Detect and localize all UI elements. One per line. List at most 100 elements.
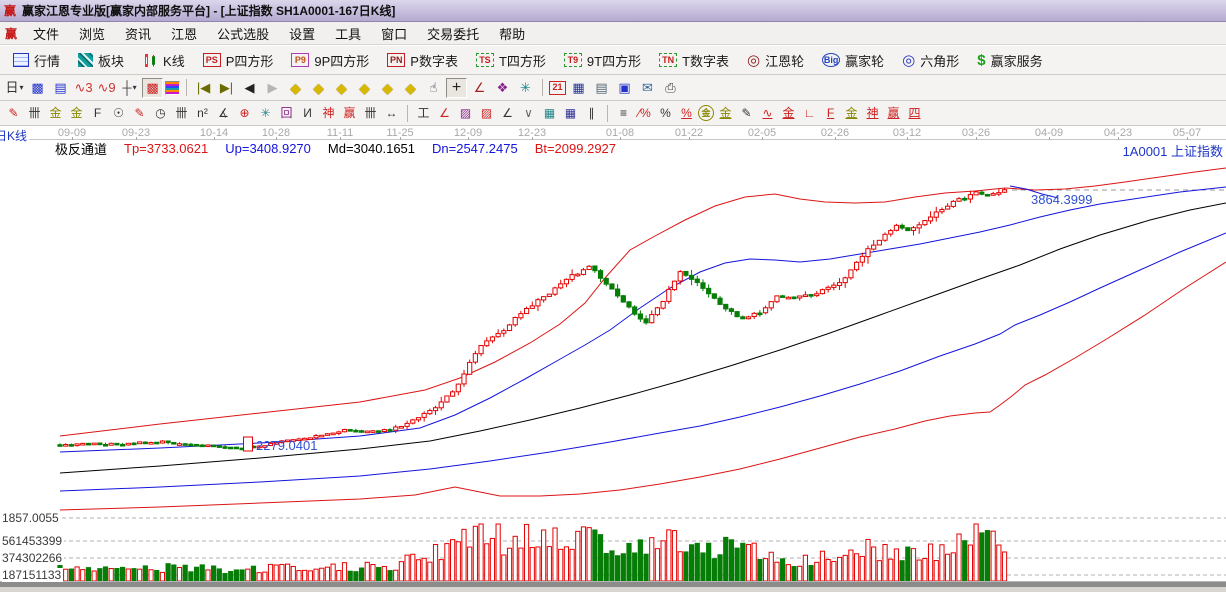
angle-j-icon[interactable]: ∟ bbox=[800, 104, 819, 123]
ruler-123-icon[interactable]: 卌 bbox=[361, 104, 380, 123]
square-spiral-icon[interactable]: 回 bbox=[277, 104, 296, 123]
bottom-scrollbar[interactable] bbox=[0, 581, 1226, 592]
ying-ruler-icon[interactable]: 赢 bbox=[340, 104, 359, 123]
fan-red-icon[interactable]: ∠ bbox=[435, 104, 454, 123]
pen-2-icon[interactable]: ✎ bbox=[130, 104, 149, 123]
angle-shen-icon[interactable]: 神 bbox=[863, 104, 882, 123]
scale-list-icon[interactable]: ≡ bbox=[614, 104, 633, 123]
printer-icon[interactable]: ⎙ bbox=[660, 78, 681, 98]
p-square-icon: PS bbox=[202, 53, 221, 67]
shen-ruler-icon[interactable]: 神 bbox=[319, 104, 338, 123]
grid-tool-icon[interactable]: ▦ bbox=[540, 104, 559, 123]
gold-time-ruler-2-icon[interactable]: 金 bbox=[67, 104, 86, 123]
n-square-icon[interactable]: n² bbox=[193, 104, 212, 123]
angle-lines-icon[interactable]: ∠ bbox=[498, 104, 517, 123]
percent-icon[interactable]: % bbox=[656, 104, 675, 123]
menu-browse[interactable]: 浏览 bbox=[69, 21, 115, 46]
menu-news[interactable]: 资讯 bbox=[115, 21, 161, 46]
v-wave-icon[interactable]: ∨ bbox=[519, 104, 538, 123]
wave-3-icon[interactable]: ∿3 bbox=[73, 78, 94, 98]
tool-p-table-button[interactable]: PN P数字表 bbox=[378, 51, 467, 70]
calendar-icon[interactable]: 21 bbox=[549, 80, 566, 95]
calculator-icon[interactable]: ▦ bbox=[568, 78, 589, 98]
tool-p-square-button[interactable]: PS P四方形 bbox=[194, 51, 283, 70]
crosshair-icon[interactable]: + bbox=[446, 77, 467, 98]
wave-9-icon[interactable]: ∿9 bbox=[96, 78, 117, 98]
tool-quotes-button[interactable]: 行情 bbox=[4, 51, 69, 70]
gold-time-ruler-icon[interactable]: 金 bbox=[46, 104, 65, 123]
fan-box-purple-icon[interactable]: ▨ bbox=[456, 104, 475, 123]
circle-target-icon[interactable]: ⊕ bbox=[235, 104, 254, 123]
star-web-icon[interactable]: ✳ bbox=[256, 104, 275, 123]
angle-ying-icon[interactable]: 赢 bbox=[884, 104, 903, 123]
save-icon[interactable]: ▣ bbox=[614, 78, 635, 98]
fan-box-red-icon[interactable]: ▨ bbox=[477, 104, 496, 123]
pattern-blue-icon[interactable]: ▩ bbox=[27, 78, 48, 98]
tool-t-table-button[interactable]: TN T数字表 bbox=[650, 51, 738, 70]
angle-f-icon[interactable]: F bbox=[821, 104, 840, 123]
gold-circle-icon[interactable]: 金 bbox=[698, 105, 714, 121]
tool-winner-wheel-button[interactable]: Big 赢家轮 bbox=[813, 51, 893, 70]
menu-settings[interactable]: 设置 bbox=[279, 21, 325, 46]
angle-gold-icon[interactable]: 金 bbox=[842, 104, 861, 123]
gold-tool-2-icon[interactable]: 金 bbox=[779, 104, 798, 123]
menu-window[interactable]: 窗口 bbox=[371, 21, 417, 46]
percent-fx-icon[interactable]: ∕% bbox=[635, 104, 654, 123]
angle-si-icon[interactable]: 四 bbox=[905, 104, 924, 123]
tool-hexagon-button[interactable]: ◎ 六角形 bbox=[893, 51, 968, 70]
last-page-icon[interactable]: ▶| bbox=[216, 78, 237, 98]
period-kline-icon[interactable]: 日 ▾ bbox=[4, 78, 25, 98]
tool-9t-square-button[interactable]: T9 9T四方形 bbox=[555, 51, 650, 70]
pan-hand-icon[interactable]: ☝ bbox=[423, 78, 444, 98]
winner-service-icon: $ bbox=[977, 51, 986, 69]
shift-right-icon[interactable]: ◆ bbox=[308, 78, 329, 98]
cycle-circle-icon[interactable]: ◷ bbox=[151, 104, 170, 123]
gold-line-icon[interactable]: 金 bbox=[716, 104, 735, 123]
shift-left-icon[interactable]: ◆ bbox=[285, 78, 306, 98]
menu-file[interactable]: 文件 bbox=[23, 21, 69, 46]
percent-line-icon[interactable]: % bbox=[677, 104, 696, 123]
quote-tool-icon[interactable]: И bbox=[298, 104, 317, 123]
expand-horizontal-icon[interactable]: ◆ bbox=[331, 78, 352, 98]
tool-gann-wheel-button[interactable]: ◎ 江恩轮 bbox=[738, 51, 813, 70]
tool-sectors-button[interactable]: 板块 bbox=[69, 51, 133, 70]
parallel-lines-icon[interactable]: ∥ bbox=[582, 104, 601, 123]
tool-winner-service-button[interactable]: $ 赢家服务 bbox=[968, 51, 1051, 70]
memo-icon[interactable]: ▤ bbox=[591, 78, 612, 98]
grid-tool-2-icon[interactable]: ▦ bbox=[561, 104, 580, 123]
time-ruler-2-icon[interactable]: 卌 bbox=[172, 104, 191, 123]
channel-line-Md bbox=[59, 202, 1226, 474]
color-volume-icon[interactable] bbox=[165, 80, 180, 95]
mirror-angle-icon[interactable]: ∡ bbox=[214, 104, 233, 123]
shrink-horizontal-icon[interactable]: ◆ bbox=[354, 78, 375, 98]
ohlc-bar-icon[interactable]: ┼ ▾ bbox=[119, 78, 140, 98]
gann-pen-icon[interactable]: ✎ bbox=[4, 104, 23, 123]
tool-kline-button[interactable]: K线 bbox=[133, 51, 194, 70]
wave-tool-icon[interactable]: ∿ bbox=[758, 104, 777, 123]
span-arrows-icon[interactable]: ↔ bbox=[382, 104, 401, 123]
menu-trade-order[interactable]: 交易委托 bbox=[417, 21, 489, 46]
tool-9p-square-button[interactable]: P9 9P四方形 bbox=[282, 51, 378, 70]
tool-t-square-button[interactable]: TS T四方形 bbox=[467, 51, 555, 70]
gann-sphere-icon[interactable]: ✳ bbox=[515, 78, 536, 98]
next-bar-icon[interactable]: ▶ bbox=[262, 78, 283, 98]
expand-vertical-icon[interactable]: ◆ bbox=[377, 78, 398, 98]
first-page-icon[interactable]: |◀ bbox=[193, 78, 214, 98]
fib-time-ruler-icon[interactable]: F bbox=[88, 104, 107, 123]
frame-tool-icon[interactable]: 工 bbox=[414, 104, 433, 123]
kline-chart-canvas[interactable] bbox=[0, 154, 1226, 592]
menu-gann[interactable]: 江恩 bbox=[161, 21, 207, 46]
menu-help[interactable]: 帮助 bbox=[489, 21, 535, 46]
mail-globe-icon[interactable]: ✉ bbox=[637, 78, 658, 98]
time-ruler-icon[interactable]: 卌 bbox=[25, 104, 44, 123]
menu-formula-stock-pick[interactable]: 公式选股 bbox=[207, 21, 279, 46]
gann-tool-purple-icon[interactable]: ❖ bbox=[492, 78, 513, 98]
prev-bar-icon[interactable]: ◀ bbox=[239, 78, 260, 98]
spiral-tool-icon[interactable]: ☉ bbox=[109, 104, 128, 123]
f10-report-icon[interactable]: ▤ bbox=[50, 78, 71, 98]
pen-ruler-icon[interactable]: ✎ bbox=[737, 104, 756, 123]
pattern-red-icon[interactable]: ▩ bbox=[142, 77, 163, 98]
angle-measure-icon[interactable]: ∠ bbox=[469, 78, 490, 98]
menu-tools[interactable]: 工具 bbox=[325, 21, 371, 46]
shrink-vertical-icon[interactable]: ◆ bbox=[400, 78, 421, 98]
